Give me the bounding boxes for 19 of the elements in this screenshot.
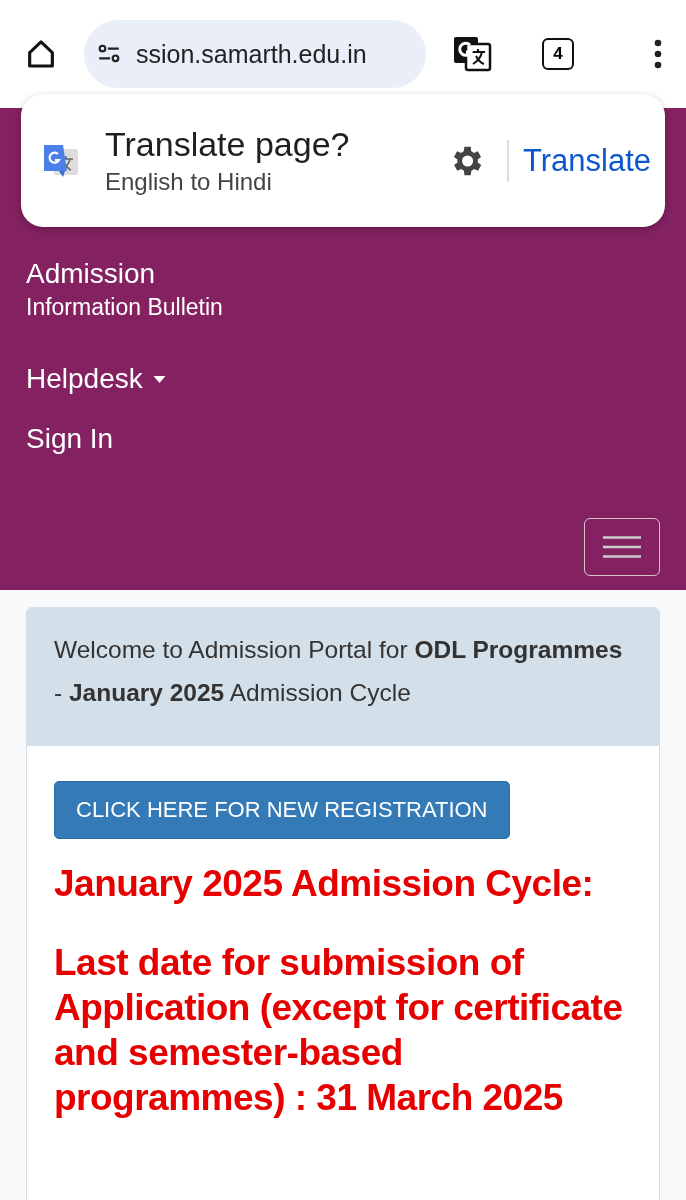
more-menu-icon[interactable] bbox=[654, 39, 662, 69]
url-text: ssion.samarth.edu.in bbox=[136, 39, 367, 69]
popup-title: Translate page? bbox=[105, 125, 351, 164]
notice-heading: January 2025 Admission Cycle: bbox=[54, 862, 595, 906]
menu-button[interactable] bbox=[584, 518, 660, 576]
nav-link[interactable]: Information Bulletin bbox=[26, 294, 660, 321]
nav-link[interactable]: Admission bbox=[26, 258, 660, 290]
translate-icon[interactable] bbox=[452, 34, 492, 74]
tab-count-button[interactable]: 4 bbox=[542, 38, 574, 70]
caret-icon bbox=[152, 375, 166, 383]
notice-heading: Last date for submission of Application (except for certificate and semester-based programmes) : 31 March 2025 bbox=[54, 941, 624, 1120]
nav-link[interactable]: Sign In bbox=[26, 423, 660, 455]
translate-button[interactable]: Translate bbox=[522, 142, 651, 179]
new-registration-button[interactable]: CLICK HERE FOR NEW REGISTRATION bbox=[54, 781, 510, 839]
welcome-text: Welcome to Admission Portal for ODL Programmes - January 2025 Admission Cycle bbox=[54, 635, 624, 708]
menu-icon bbox=[603, 535, 641, 559]
address-bar[interactable]: ssion.samarth.edu.in bbox=[84, 20, 426, 88]
language-pair-text: English to Hindi bbox=[105, 168, 273, 196]
nav-dropdown[interactable]: Helpdesk bbox=[26, 363, 660, 395]
